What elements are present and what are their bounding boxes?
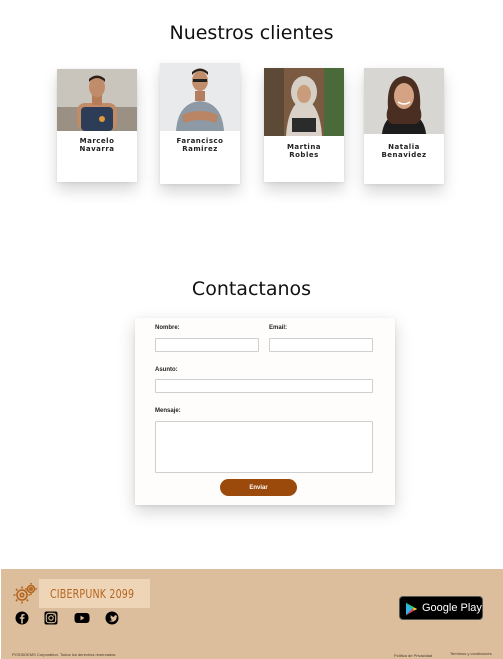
client-photo bbox=[364, 68, 444, 134]
client-card: Martina Robles bbox=[264, 68, 344, 182]
instagram-icon[interactable] bbox=[44, 611, 58, 625]
gear-logo-icon bbox=[13, 581, 39, 612]
client-photo bbox=[160, 63, 240, 131]
google-play-icon bbox=[405, 602, 418, 621]
brand-name: CIBERPUNK 2099 bbox=[50, 587, 135, 601]
google-play-badge[interactable]: Google Play bbox=[399, 596, 483, 620]
email-field[interactable] bbox=[269, 338, 373, 352]
name-field[interactable] bbox=[155, 338, 259, 352]
client-photo bbox=[57, 69, 137, 131]
client-name: Marcelo Navarra bbox=[79, 137, 115, 153]
client-card: Marcelo Navarra bbox=[57, 69, 137, 182]
message-label: Mensaje: bbox=[155, 408, 181, 414]
client-name: Martina Robles bbox=[286, 143, 322, 159]
contact-form: Nombre: Email: Asunto: Mensaje: Enviar bbox=[135, 318, 395, 505]
contact-section-title: Contactanos bbox=[191, 278, 312, 300]
facebook-icon[interactable] bbox=[15, 611, 29, 625]
footer: CIBERPUNK 2099 Google Play POSSIDEMS Cor… bbox=[1, 569, 503, 659]
youtube-icon[interactable] bbox=[74, 611, 90, 625]
google-play-label: Google Play bbox=[422, 602, 482, 614]
brand-box[interactable]: CIBERPUNK 2099 bbox=[39, 579, 150, 608]
submit-button[interactable]: Enviar bbox=[220, 479, 297, 496]
email-label: Email: bbox=[269, 325, 288, 331]
client-photo bbox=[264, 68, 344, 136]
subject-field[interactable] bbox=[155, 379, 373, 393]
client-card: Natalia Benavidez bbox=[364, 68, 444, 184]
privacy-policy-link[interactable]: Politica de Privacidad bbox=[394, 653, 432, 658]
clients-section-title: Nuestros clientes bbox=[169, 22, 334, 44]
copyright-text: POSSIDEMS Corporation. Todos los derecho… bbox=[12, 652, 117, 657]
message-field[interactable] bbox=[155, 421, 373, 473]
client-name: Farancisco Ramirez bbox=[176, 137, 224, 153]
client-card: Farancisco Ramirez bbox=[160, 63, 240, 184]
client-name: Natalia Benavidez bbox=[381, 143, 427, 159]
twitter-icon[interactable] bbox=[105, 611, 119, 625]
name-label: Nombre: bbox=[155, 325, 180, 331]
subject-label: Asunto: bbox=[155, 367, 178, 373]
terms-link[interactable]: Terminos y condiciones bbox=[450, 651, 492, 656]
